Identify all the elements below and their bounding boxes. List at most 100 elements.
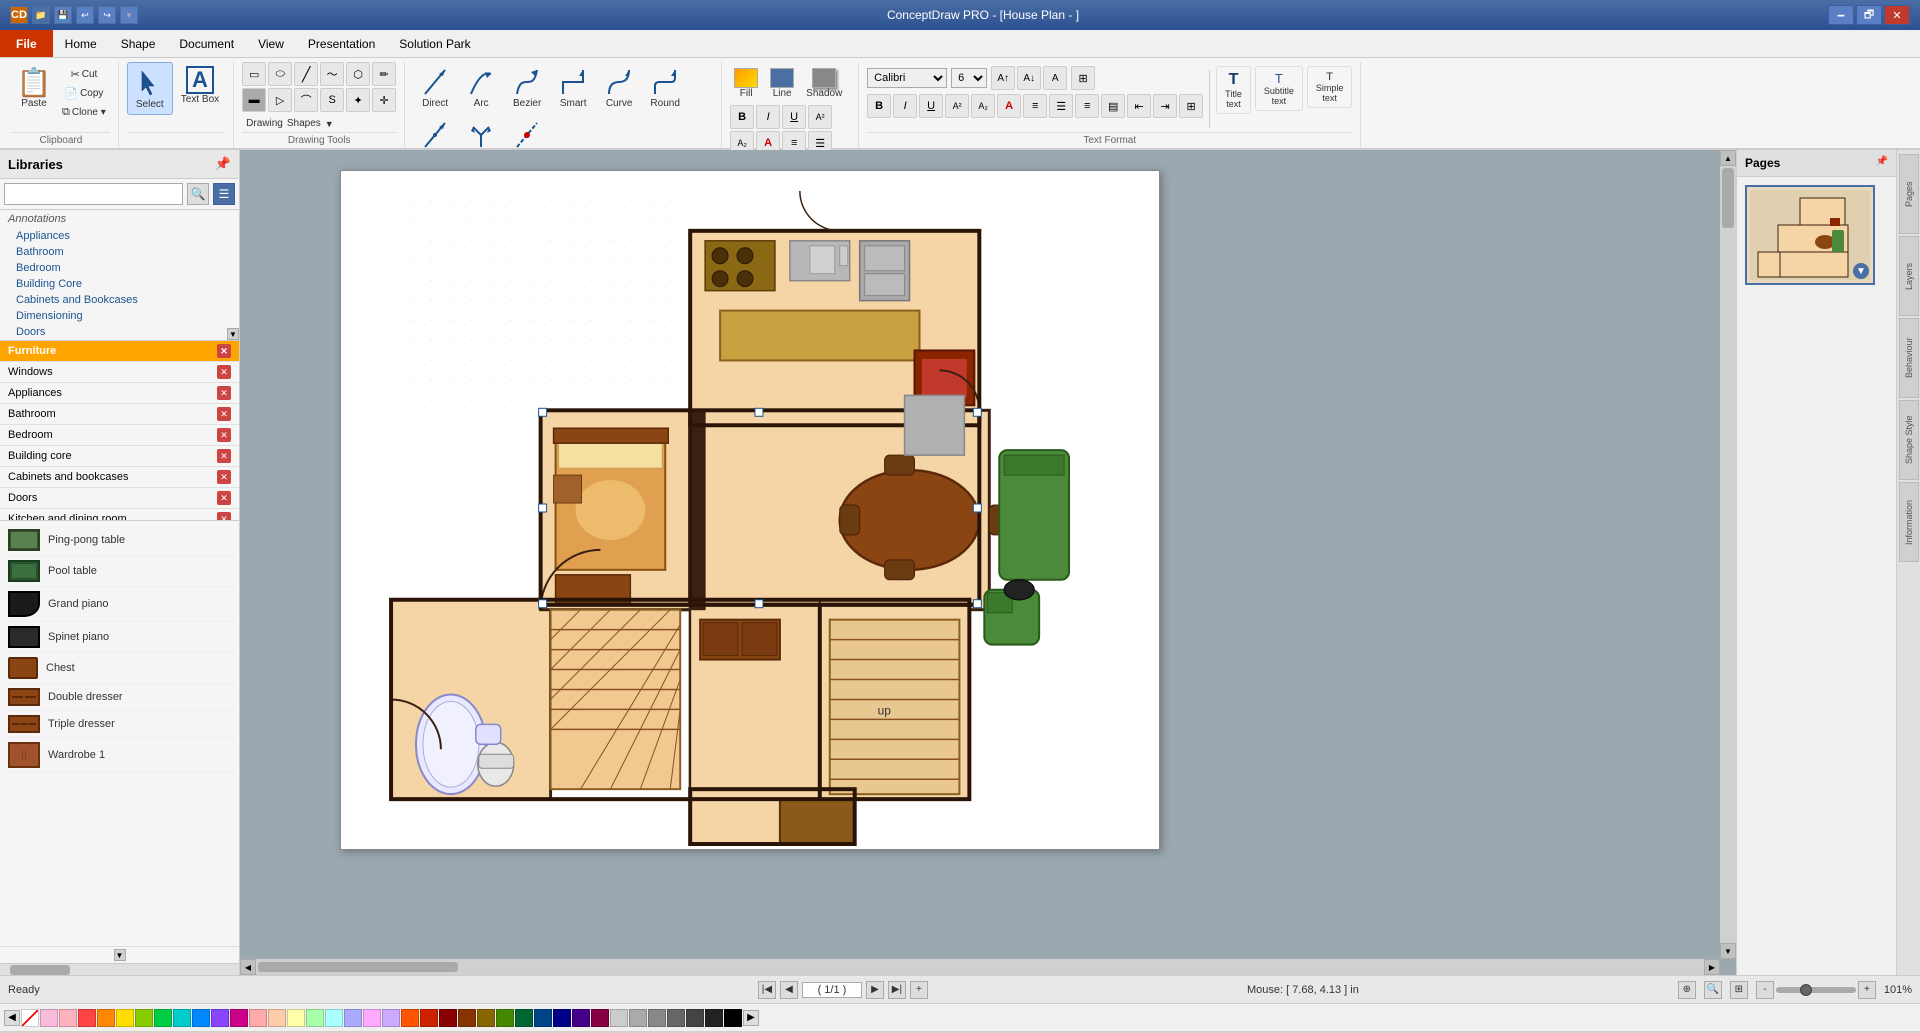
poly-tool[interactable]: ⬡ [346,62,370,86]
color-swatch-1[interactable] [40,1009,58,1027]
zoom-out-btn[interactable]: - [1756,981,1774,999]
color-swatch-27[interactable] [534,1009,552,1027]
round-button[interactable]: Round [643,62,687,113]
color-swatch-17[interactable] [344,1009,362,1027]
smart-button[interactable]: Smart [551,62,595,113]
list-item[interactable]: Ping-pong table [4,525,235,556]
font-larger[interactable]: A↑ [991,66,1015,90]
nav-prev-btn[interactable]: ◀ [780,981,798,999]
color-swatch-3[interactable] [78,1009,96,1027]
curve-button[interactable]: Curve [597,62,641,113]
app-icon-3[interactable]: 💾 [54,6,72,24]
list-item[interactable]: Chest [4,653,235,684]
zoom-in-btn[interactable]: + [1858,981,1876,999]
libraries-pin[interactable]: 📌 [215,156,231,172]
title-text-button[interactable]: T Title text [1216,66,1251,114]
menu-view[interactable]: View [246,30,296,57]
underline-text[interactable]: U [919,94,943,118]
v-scroll-thumb[interactable] [1722,168,1734,228]
color-swatch-22[interactable] [439,1009,457,1027]
style-underline[interactable]: U [782,105,806,129]
maximize-btn[interactable]: 🗗 [1856,5,1882,25]
lib-furniture-close[interactable]: ✕ [217,344,231,358]
lib-building-core[interactable]: Building core ✕ [0,446,239,467]
text-indent-dec[interactable]: ⇤ [1127,94,1151,118]
color-swatch-15[interactable] [306,1009,324,1027]
arc-button[interactable]: Arc [459,62,503,113]
color-swatch-19[interactable] [382,1009,400,1027]
menu-shape[interactable]: Shape [109,30,168,57]
shadow-button[interactable]: Shadow [802,66,846,101]
style-bold[interactable]: B [730,105,754,129]
lib-bathroom[interactable]: Bathroom ✕ [0,404,239,425]
tree-scroll-down[interactable]: ▼ [227,328,239,340]
subtitle-text-button[interactable]: T Subtitle text [1255,66,1303,111]
app-icon-5[interactable]: ↪ [98,6,116,24]
bold-text[interactable]: B [867,94,891,118]
status-fit-btn[interactable]: ⊕ [1678,981,1696,999]
simple-text-button[interactable]: T Simple text [1307,66,1353,108]
style-a2[interactable]: A² [808,105,832,129]
menu-file[interactable]: File [0,30,53,57]
arc-tool[interactable]: ⌒ [294,88,318,112]
lib-scroll-down[interactable]: ▼ [0,946,239,963]
line-tool[interactable]: ╱ [294,62,318,86]
ellipse-tool[interactable]: ⬭ [268,62,292,86]
color-swatch-4[interactable] [97,1009,115,1027]
search-button[interactable]: 🔍 [187,183,209,205]
text-more[interactable]: ⊞ [1179,94,1203,118]
color-swatch-14[interactable] [287,1009,305,1027]
tree-item-cabinets[interactable]: Cabinets and Bookcases [0,292,239,308]
text-indent-inc[interactable]: ⇥ [1153,94,1177,118]
subscript-text[interactable]: A₂ [971,94,995,118]
text-align-right[interactable]: ≡ [1075,94,1099,118]
color-swatch-21[interactable] [420,1009,438,1027]
lib-cabinets[interactable]: Cabinets and bookcases ✕ [0,467,239,488]
quick-access-customize[interactable]: ▼ [120,6,138,24]
color-swatch-9[interactable] [192,1009,210,1027]
font-select[interactable]: Calibri [867,68,947,88]
h-scroll-thumb[interactable] [258,962,458,972]
app-icon-4[interactable]: ↩ [76,6,94,24]
app-icon-2[interactable]: 📁 [32,6,50,24]
color-swatch-23[interactable] [458,1009,476,1027]
lib-bedroom[interactable]: Bedroom ✕ [0,425,239,446]
color-swatch-35[interactable] [686,1009,704,1027]
canvas-horizontal-scrollbar[interactable]: ◀ ▶ [240,959,1720,975]
lib-windows[interactable]: Windows ✕ [0,362,239,383]
color-swatch-37[interactable] [724,1009,742,1027]
lib-bedroom-close[interactable]: ✕ [217,428,231,442]
color-swatch-13[interactable] [268,1009,286,1027]
lib-doors-close[interactable]: ✕ [217,491,231,505]
tree-item-bedroom[interactable]: Bedroom [0,260,239,276]
color-swatch-11[interactable] [230,1009,248,1027]
paste-button[interactable]: 📋 Paste [12,62,56,113]
text-align-center[interactable]: ☰ [1049,94,1073,118]
canvas-vertical-scrollbar[interactable]: ▲ ▼ [1720,150,1736,959]
scroll-right-btn[interactable]: ▶ [1704,959,1720,975]
select-button[interactable]: Select [127,62,173,115]
bezier2-tool[interactable]: S [320,88,344,112]
cross-tool[interactable]: ✛ [372,88,396,112]
list-item[interactable]: || Wardrobe 1 [4,738,235,773]
lib-building-core-close[interactable]: ✕ [217,449,231,463]
color-swatch-5[interactable] [116,1009,134,1027]
color-swatch-20[interactable] [401,1009,419,1027]
page-thumbnail[interactable]: ▼ [1745,185,1875,285]
tree-item-bathroom[interactable]: Bathroom [0,244,239,260]
rect2-tool[interactable]: ▬ [242,88,266,112]
lib-cabinets-close[interactable]: ✕ [217,470,231,484]
list-item[interactable]: Double dresser [4,684,235,711]
menu-home[interactable]: Home [53,30,109,57]
list-view-button[interactable]: ☰ [213,183,235,205]
color-swatch-10[interactable] [211,1009,229,1027]
color-swatch-32[interactable] [629,1009,647,1027]
font-size-select[interactable]: 6 [951,68,987,88]
pages-pin[interactable]: 📌 [1876,156,1888,170]
tab-pages[interactable]: Pages [1899,154,1919,234]
more-options[interactable]: ⊞ [1071,66,1095,90]
color-swatch-30[interactable] [591,1009,609,1027]
color-swatch-26[interactable] [515,1009,533,1027]
color-swatch-none[interactable] [21,1009,39,1027]
drawing-canvas[interactable]: up [340,170,1160,850]
